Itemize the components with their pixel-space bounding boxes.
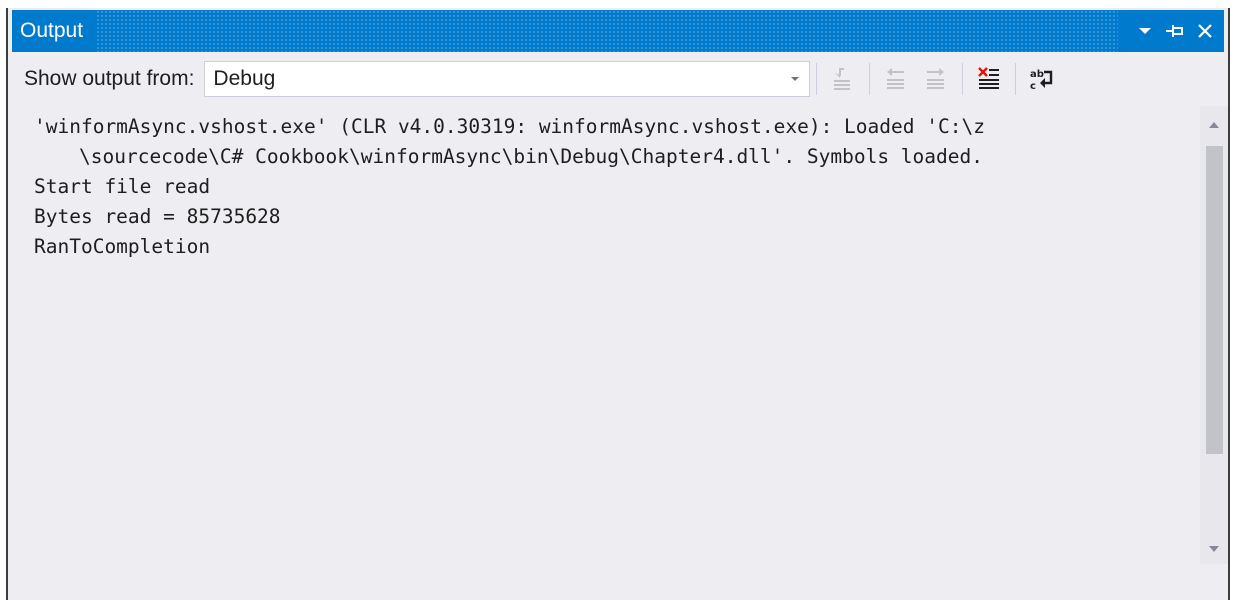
go-to-next-message-icon[interactable] bbox=[916, 60, 956, 98]
scroll-up-arrow-icon[interactable] bbox=[1200, 110, 1228, 140]
panel-bottom-area bbox=[12, 564, 1224, 600]
svg-text:ab: ab bbox=[1030, 69, 1044, 80]
toolbar-separator bbox=[962, 63, 964, 95]
vertical-scrollbar[interactable] bbox=[1200, 106, 1228, 564]
output-window: Output Show output from: Debug ab c 'win… bbox=[6, 8, 1230, 600]
toolbar-separator bbox=[869, 63, 871, 95]
svg-text:c: c bbox=[1030, 81, 1036, 92]
window-title: Output bbox=[12, 10, 96, 52]
close-icon[interactable] bbox=[1192, 16, 1218, 46]
scroll-down-arrow-icon[interactable] bbox=[1200, 534, 1228, 564]
go-to-previous-message-icon[interactable] bbox=[876, 60, 916, 98]
show-output-from-label: Show output from: bbox=[24, 67, 195, 90]
output-line: Start file read bbox=[34, 175, 211, 198]
output-toolbar: Show output from: Debug ab c bbox=[12, 56, 1224, 102]
output-line: RanToCompletion bbox=[34, 235, 211, 258]
title-bar[interactable]: Output bbox=[12, 10, 1224, 52]
auto-hide-pin-icon[interactable] bbox=[1162, 16, 1188, 46]
output-text-area[interactable]: 'winformAsync.vshost.exe' (CLR v4.0.3031… bbox=[12, 106, 1200, 564]
find-message-in-code-icon[interactable] bbox=[823, 60, 863, 98]
clear-all-icon[interactable] bbox=[969, 60, 1009, 98]
output-line: Bytes read = 85735628 bbox=[34, 205, 281, 228]
chevron-down-icon[interactable] bbox=[781, 62, 809, 96]
toolbar-separator bbox=[816, 63, 818, 95]
toolbar-separator bbox=[1015, 63, 1017, 95]
title-buttons bbox=[1118, 10, 1224, 52]
scrollbar-thumb[interactable] bbox=[1206, 146, 1223, 454]
toggle-word-wrap-icon[interactable]: ab c bbox=[1022, 60, 1062, 98]
window-position-dropdown-icon[interactable] bbox=[1132, 16, 1158, 46]
output-source-value: Debug bbox=[213, 67, 276, 90]
output-line: 'winformAsync.vshost.exe' (CLR v4.0.3031… bbox=[34, 115, 985, 138]
output-source-dropdown[interactable]: Debug bbox=[204, 61, 811, 97]
output-line: \sourcecode\C# Cookbook\winformAsync\bin… bbox=[79, 145, 983, 168]
